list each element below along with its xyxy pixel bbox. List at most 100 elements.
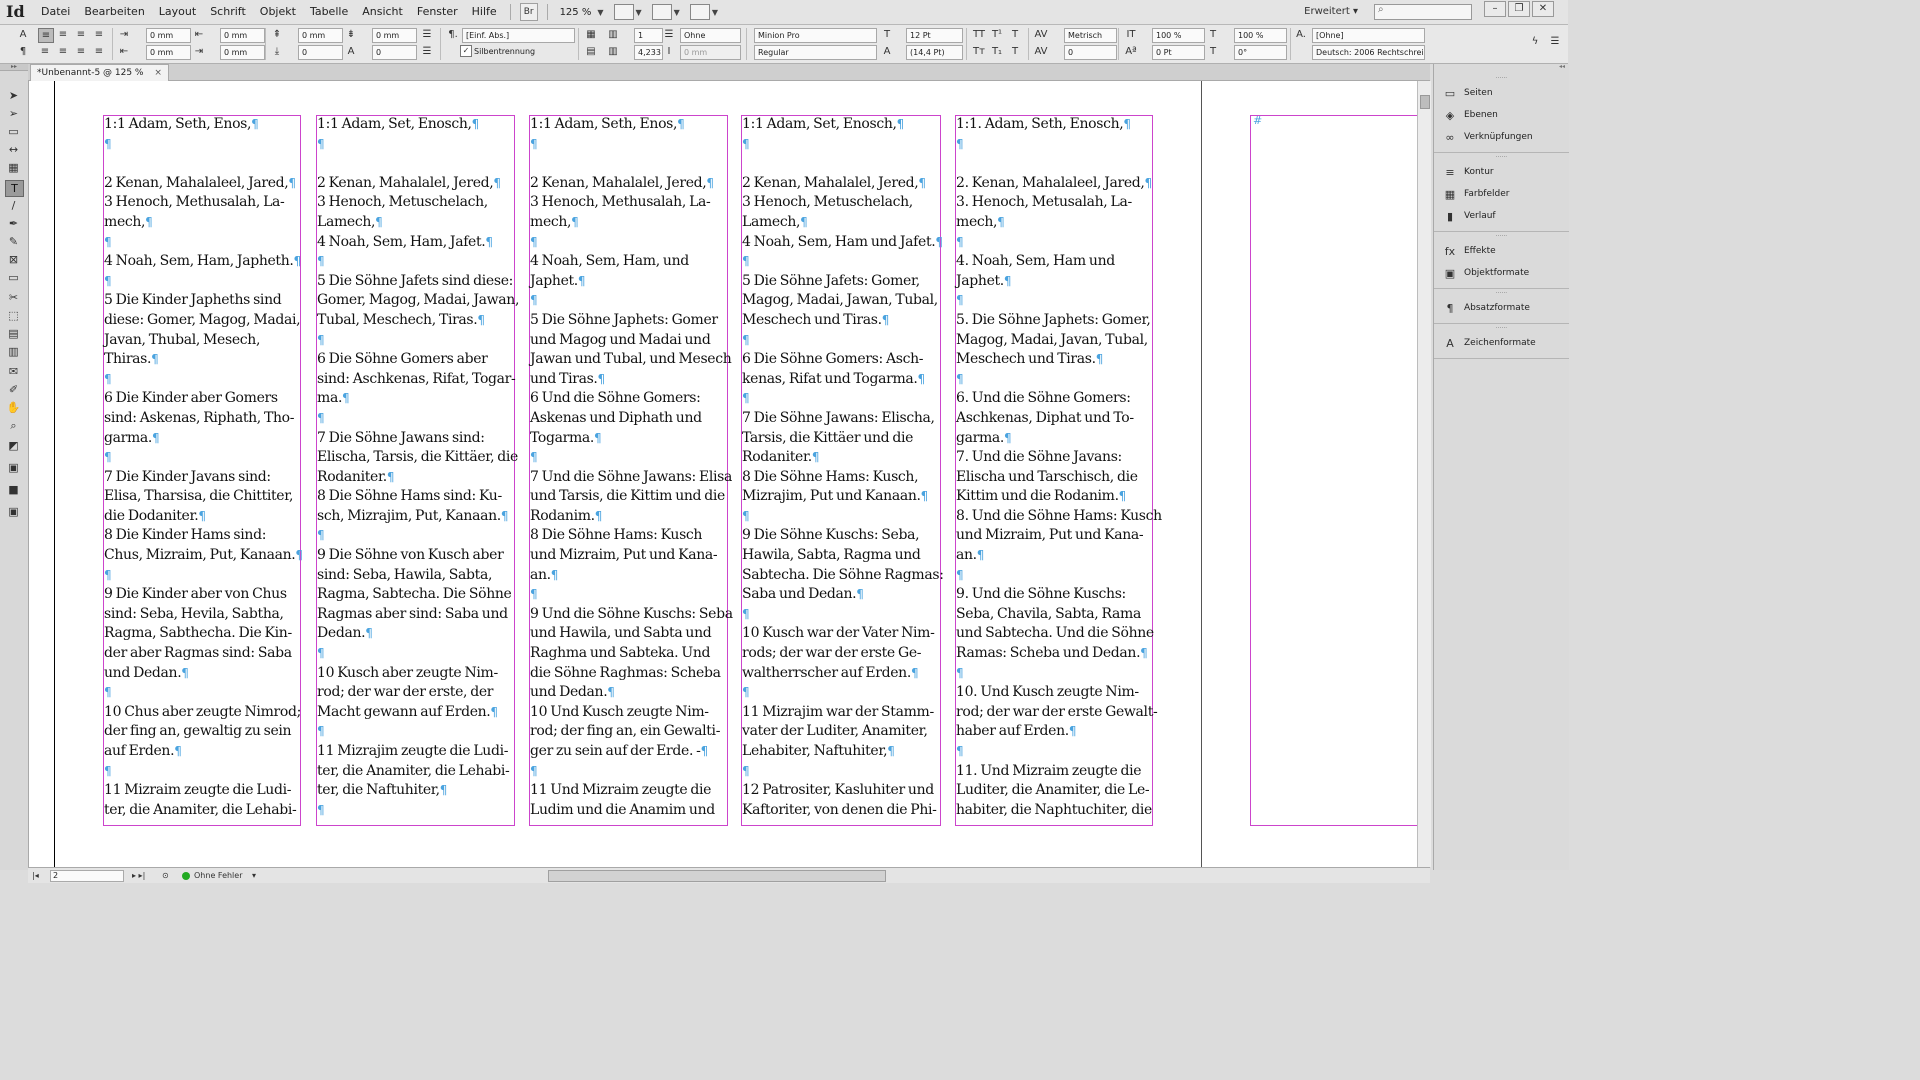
- vertical-scroll-thumb[interactable]: [1420, 95, 1430, 109]
- paragraph-style-select[interactable]: [Einf. Abs.]: [462, 28, 575, 43]
- kerning-select[interactable]: Metrisch: [1064, 28, 1117, 43]
- panel-effekte[interactable]: fx Effekte: [1434, 240, 1569, 262]
- left-indent-field[interactable]: 0 mm: [146, 28, 191, 43]
- align-spine-icon[interactable]: ≡: [74, 45, 88, 58]
- text-column-3[interactable]: 1:1 Adam, Seth, Enos,¶ ¶ 2 Kenan, Mahalale…: [530, 115, 740, 820]
- gradient-swatch-tool-icon[interactable]: ▤: [5, 326, 22, 341]
- arrange-documents-icon[interactable]: [689, 4, 710, 20]
- screen-mode-icon[interactable]: [651, 4, 672, 20]
- panel-ebenen[interactable]: ◈ Ebenen: [1434, 104, 1569, 126]
- justify-right-icon[interactable]: ≡: [92, 45, 106, 58]
- lightning-icon[interactable]: ϟ: [1528, 35, 1542, 48]
- font-size-field[interactable]: 12 Pt: [906, 28, 963, 43]
- restore-button[interactable]: ❐: [1508, 1, 1530, 17]
- panel-verknuepfungen[interactable]: ∞ Verknüpfungen: [1434, 126, 1569, 148]
- chevron-down-icon[interactable]: ▼: [597, 8, 603, 17]
- align-left-icon[interactable]: ≡: [38, 28, 54, 43]
- note-tool-icon[interactable]: ✉: [5, 364, 22, 379]
- small-caps-icon[interactable]: Tт: [972, 45, 986, 58]
- close-tab-icon[interactable]: ×: [154, 68, 162, 78]
- preflight-menu-icon[interactable]: ▾: [252, 868, 256, 883]
- paragraph-mode-icon[interactable]: ¶: [16, 45, 30, 58]
- document-canvas[interactable]: 1:1 Adam, Seth, Enos,¶ ¶ 2 Kenan, Mahalale…: [29, 81, 1417, 867]
- menu-tabelle[interactable]: Tabelle: [303, 0, 355, 24]
- panel-kontur[interactable]: ≡ Kontur: [1434, 161, 1569, 183]
- grid-align-icon[interactable]: ▦: [584, 28, 598, 41]
- span-columns-select[interactable]: Ohne: [680, 28, 741, 43]
- close-window-button[interactable]: ✕: [1532, 1, 1554, 17]
- screen-mode-icon[interactable]: ▣: [5, 504, 22, 519]
- help-search-input[interactable]: ⌕: [1374, 4, 1472, 20]
- bullets-icon[interactable]: ☰: [420, 28, 434, 41]
- text-column-5[interactable]: 1:1. Adam, Seth, Enosch,¶ ¶ 2. Kenan, Maha…: [956, 115, 1166, 820]
- line-tool-icon[interactable]: /: [5, 198, 22, 213]
- open-document-icon[interactable]: ⊙: [162, 868, 169, 883]
- fill-stroke-icon[interactable]: ◩: [5, 438, 22, 453]
- type-tool-icon[interactable]: T: [5, 180, 24, 197]
- chevron-down-icon[interactable]: ▼: [712, 8, 718, 17]
- selection-tool-icon[interactable]: ➤: [5, 88, 22, 103]
- dock-collapse-icon[interactable]: ◂◂: [1434, 64, 1569, 74]
- menu-hilfe[interactable]: Hilfe: [465, 0, 504, 24]
- drop-cap-lines-field[interactable]: 0: [298, 45, 343, 60]
- next-page-icon[interactable]: ▸ ▸|: [132, 868, 145, 883]
- skew-field[interactable]: 0°: [1234, 45, 1287, 60]
- justify-left-icon[interactable]: ≡: [92, 28, 106, 41]
- character-mode-icon[interactable]: A: [16, 28, 30, 41]
- strikethrough-icon[interactable]: T: [1008, 45, 1022, 58]
- text-column-2[interactable]: 1:1 Adam, Set, Enosch,¶ ¶ 2 Kenan, Mahalal…: [317, 115, 527, 820]
- panel-seiten[interactable]: ▭ Seiten: [1434, 82, 1569, 104]
- zoom-level-field[interactable]: 125 %: [554, 7, 598, 18]
- page-number-field[interactable]: 2: [50, 870, 124, 882]
- bridge-button[interactable]: Br: [519, 3, 538, 21]
- formatting-affects-icon[interactable]: ▣: [5, 460, 22, 475]
- font-family-select[interactable]: Minion Pro: [754, 28, 877, 43]
- baseline-shift-field[interactable]: 0 Pt: [1152, 45, 1205, 60]
- panel-farbfelder[interactable]: ▦ Farbfelder: [1434, 183, 1569, 205]
- hyphenation-checkbox[interactable]: ✓: [460, 45, 472, 57]
- preflight-status-label[interactable]: Ohne Fehler: [194, 868, 243, 883]
- first-page-icon[interactable]: |◂: [32, 868, 39, 883]
- rectangle-frame-tool-icon[interactable]: ⊠: [5, 252, 22, 267]
- subscript-icon[interactable]: T₁: [990, 45, 1004, 58]
- gradient-feather-tool-icon[interactable]: ▥: [5, 344, 22, 359]
- direct-selection-tool-icon[interactable]: ➢: [5, 106, 22, 121]
- vertical-scale-field[interactable]: 100 %: [1152, 28, 1205, 43]
- gap-tool-icon[interactable]: ↔: [5, 142, 22, 157]
- font-style-select[interactable]: Regular: [754, 45, 877, 60]
- align-center-icon[interactable]: ≡: [56, 28, 70, 41]
- text-column-4[interactable]: 1:1 Adam, Set, Enosch,¶ ¶ 2 Kenan, Mahalal…: [742, 115, 952, 820]
- panel-menu-icon[interactable]: ☰: [1548, 35, 1562, 48]
- normal-view-icon[interactable]: ■: [5, 482, 22, 497]
- menu-ansicht[interactable]: Ansicht: [355, 0, 410, 24]
- panel-objektformate[interactable]: ▣ Objektformate: [1434, 262, 1569, 284]
- panel-zeichenformate[interactable]: A Zeichenformate: [1434, 332, 1569, 354]
- minimize-button[interactable]: –: [1484, 1, 1506, 17]
- chevron-down-icon[interactable]: ▼: [636, 8, 642, 17]
- drop-cap-chars-field[interactable]: 0: [372, 45, 417, 60]
- pen-tool-icon[interactable]: ✒: [5, 216, 22, 231]
- zoom-tool-icon[interactable]: ⌕: [5, 418, 22, 433]
- chevron-down-icon[interactable]: ▼: [674, 8, 680, 17]
- menu-schrift[interactable]: Schrift: [203, 0, 253, 24]
- content-collector-icon[interactable]: ▦: [5, 160, 22, 175]
- view-options-icon[interactable]: [613, 4, 634, 20]
- tools-grip[interactable]: ▸▸: [0, 64, 28, 71]
- horizontal-scroll-thumb[interactable]: [548, 870, 886, 882]
- menu-layout[interactable]: Layout: [152, 0, 203, 24]
- justify-center-icon[interactable]: ≡: [56, 45, 70, 58]
- free-transform-tool-icon[interactable]: ⬚: [5, 308, 22, 323]
- columns-field[interactable]: 1: [634, 28, 663, 43]
- page-tool-icon[interactable]: ▭: [5, 124, 22, 139]
- workspace-switcher[interactable]: Erweitert ▾: [1304, 0, 1358, 24]
- menu-objekt[interactable]: Objekt: [253, 0, 303, 24]
- align-right-icon[interactable]: ≡: [74, 28, 88, 41]
- pencil-tool-icon[interactable]: ✎: [5, 234, 22, 249]
- character-style-select[interactable]: [Ohne]: [1312, 28, 1425, 43]
- justify-all-icon[interactable]: ≡: [38, 45, 52, 58]
- language-select[interactable]: Deutsch: 2006 Rechtschreib: [1312, 45, 1425, 60]
- column-gutter-field[interactable]: 4,233: [634, 45, 663, 60]
- document-tab[interactable]: *Unbenannt-5 @ 125 % ×: [30, 64, 169, 81]
- vertical-scrollbar[interactable]: [1417, 81, 1431, 867]
- panel-verlauf[interactable]: ▮ Verlauf: [1434, 205, 1569, 227]
